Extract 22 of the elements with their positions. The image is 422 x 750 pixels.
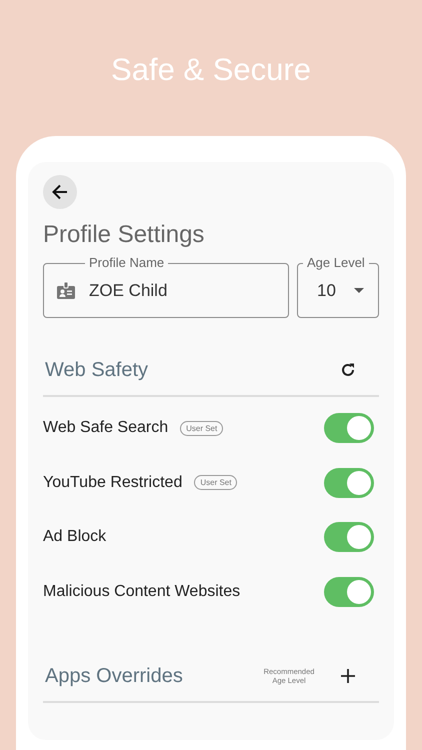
setting-label: Ad Block [43, 528, 106, 546]
refresh-icon [340, 362, 356, 378]
setting-label: YouTube Restricted [43, 474, 182, 492]
page-title: Profile Settings [43, 220, 206, 250]
toggle-switch[interactable] [324, 413, 374, 444]
section-title: Apps Overrides [45, 664, 184, 688]
headline: Safe & Secure [111, 52, 311, 88]
user-set-badge: User Set [180, 420, 224, 436]
toggle-switch[interactable] [324, 468, 374, 498]
id-badge-icon [56, 280, 76, 300]
toggle-switch[interactable] [324, 522, 374, 552]
section-title: Web Safety [45, 358, 150, 382]
toggle-switch[interactable] [324, 576, 374, 607]
back-button[interactable] [43, 175, 77, 209]
setting-label: Web Safe Search [43, 419, 168, 438]
plus-icon [341, 669, 355, 683]
setting-label: Malicious Content Websites [43, 582, 240, 601]
back-arrow-icon [50, 182, 70, 202]
user-set-badge: User Set [194, 475, 238, 490]
field-label: Age Level [303, 255, 369, 270]
caret-icon [354, 288, 364, 293]
field-label: Profile Name [85, 255, 168, 270]
